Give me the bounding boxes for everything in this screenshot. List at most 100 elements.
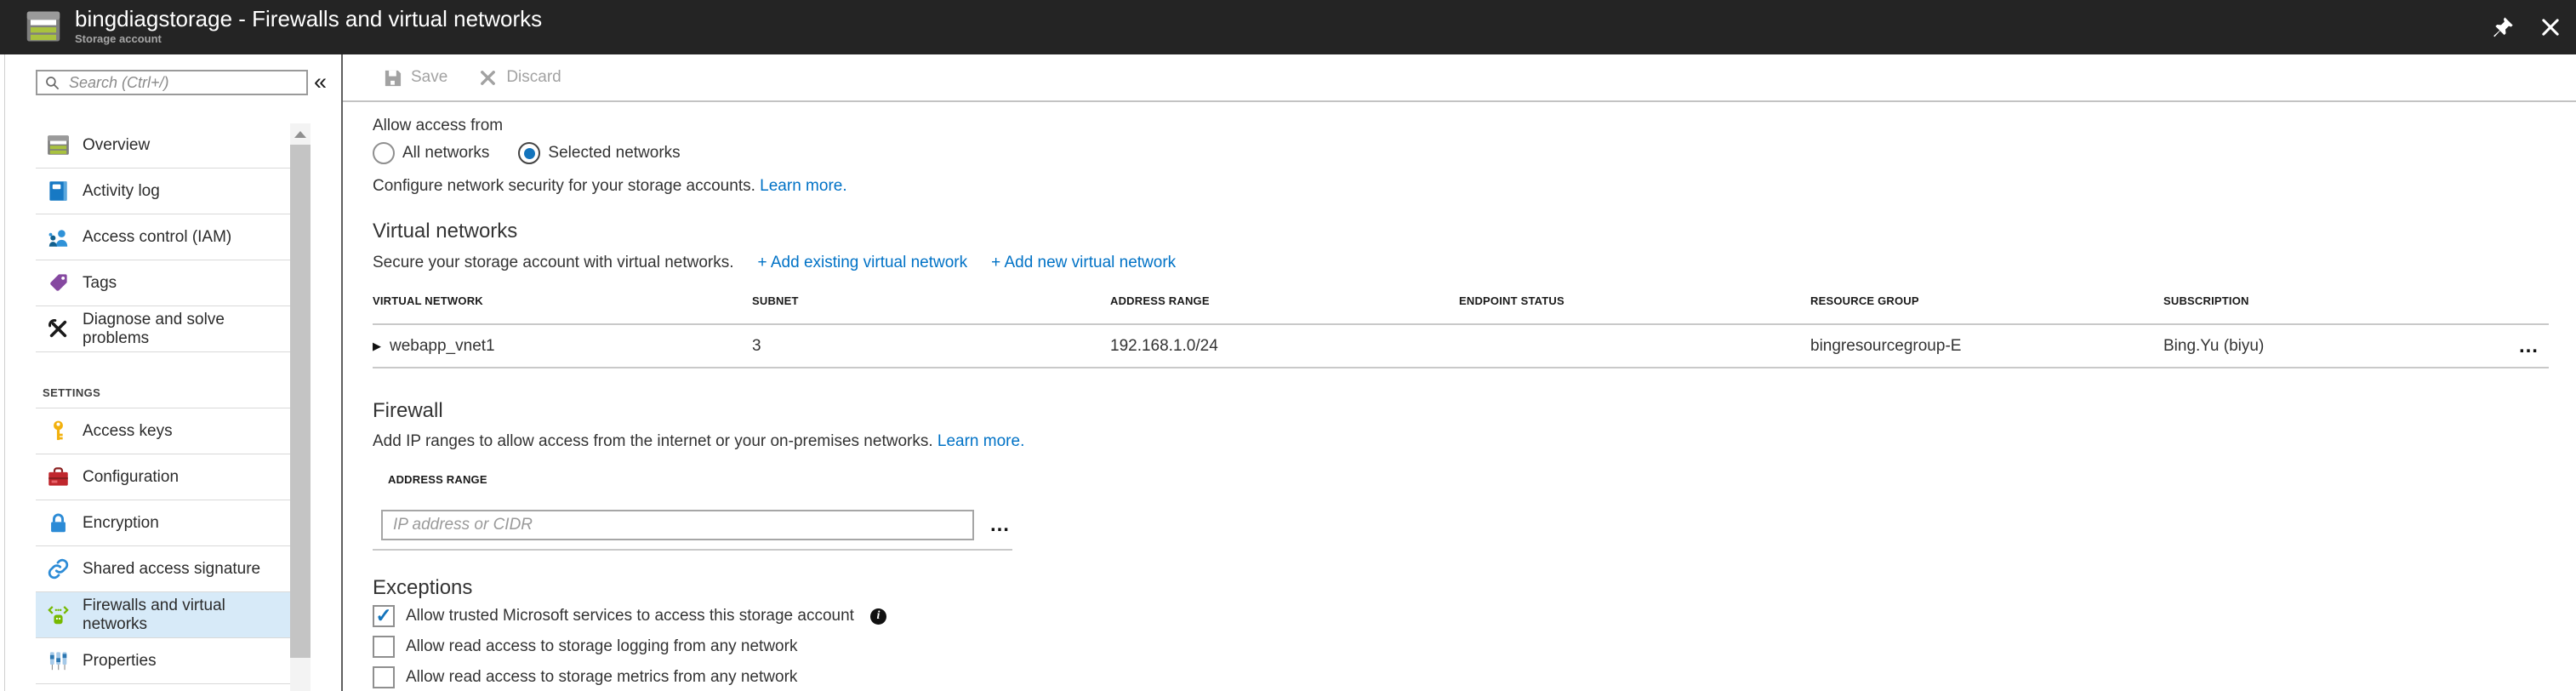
sidebar-item-tags[interactable]: Tags bbox=[36, 260, 290, 306]
add-existing-vnet-link[interactable]: + Add existing virtual network bbox=[758, 254, 968, 272]
diagnose-icon bbox=[47, 317, 70, 340]
allow-access-options: All networks Selected networks bbox=[373, 142, 2576, 164]
sidebar-item-shared-access-signature[interactable]: Shared access signature bbox=[36, 546, 290, 592]
address-range-column-label: ADDRESS RANGE bbox=[373, 473, 2576, 486]
radio-selected-networks-label: Selected networks bbox=[548, 144, 680, 163]
table-row[interactable]: ▶ webapp_vnet1 3 192.168.1.0/24 bingreso… bbox=[373, 325, 2549, 368]
scroll-up-icon[interactable] bbox=[290, 123, 311, 145]
command-bar: Save Discard bbox=[343, 54, 2576, 102]
exception-trusted-services[interactable]: ✓ Allow trusted Microsoft services to ac… bbox=[373, 605, 2576, 627]
learn-more-link-network[interactable]: Learn more. bbox=[760, 177, 846, 195]
sidebar-scrollbar[interactable] bbox=[290, 123, 311, 691]
radio-selected-networks[interactable]: Selected networks bbox=[518, 142, 680, 164]
firewall-heading: Firewall bbox=[373, 399, 2576, 423]
scrollbar-thumb[interactable] bbox=[290, 145, 311, 658]
info-icon[interactable]: i bbox=[870, 608, 886, 625]
save-button[interactable]: Save bbox=[383, 68, 447, 88]
allow-access-label: Allow access from bbox=[373, 116, 2576, 135]
cell-virtual-network: ▶ webapp_vnet1 bbox=[373, 337, 752, 356]
sidebar-item-firewalls-and-virtual-networks[interactable]: Firewalls and virtual networks bbox=[36, 592, 290, 638]
virtual-networks-subheader: Secure your storage account with virtual… bbox=[373, 254, 2576, 272]
sidebar-item-configuration[interactable]: Configuration bbox=[36, 454, 290, 500]
storage-account-icon bbox=[26, 9, 61, 44]
sidebar-item-encryption[interactable]: Encryption bbox=[36, 500, 290, 546]
col-virtual-network: VIRTUAL NETWORK bbox=[373, 294, 752, 307]
sidebar-item-overview[interactable]: Overview bbox=[36, 123, 290, 168]
radio-selected-icon[interactable] bbox=[518, 142, 540, 164]
add-new-vnet-link[interactable]: + Add new virtual network bbox=[991, 254, 1176, 272]
expand-row-icon[interactable]: ▶ bbox=[373, 340, 381, 353]
page-title: bingdiagstorage - Firewalls and virtual … bbox=[75, 6, 542, 32]
sidebar-item-label: Diagnose and solve problems bbox=[83, 311, 290, 348]
sidebar-item-label: Configuration bbox=[83, 468, 179, 487]
sliders-icon bbox=[47, 649, 70, 672]
pin-icon[interactable] bbox=[2491, 15, 2515, 39]
cell-resource-group: bingresourcegroup-E bbox=[1810, 337, 2163, 356]
col-address-range: ADDRESS RANGE bbox=[1110, 294, 1459, 307]
virtual-network-icon bbox=[47, 603, 70, 626]
checkbox-storage-logging[interactable]: ✓ bbox=[373, 636, 395, 658]
storage-overview-icon bbox=[47, 134, 70, 157]
row-context-menu-icon[interactable]: … bbox=[2472, 342, 2549, 351]
radio-all-networks-label: All networks bbox=[402, 144, 489, 163]
discard-icon bbox=[478, 68, 498, 88]
save-icon bbox=[383, 68, 402, 88]
sidebar-item-label: Properties bbox=[83, 652, 157, 671]
cell-address-range: 192.168.1.0/24 bbox=[1110, 337, 1459, 356]
link-icon bbox=[47, 557, 70, 580]
sidebar-item-activity-log[interactable]: Activity log bbox=[36, 168, 290, 214]
sidebar-item-label: Shared access signature bbox=[83, 560, 260, 579]
col-subscription: SUBSCRIPTION bbox=[2163, 294, 2472, 307]
tag-icon bbox=[47, 271, 70, 294]
exception-storage-logging[interactable]: ✓ Allow read access to storage logging f… bbox=[373, 636, 2576, 658]
sidebar-item-label: Tags bbox=[83, 274, 117, 293]
checkbox-storage-metrics[interactable]: ✓ bbox=[373, 666, 395, 688]
table-header-row: VIRTUAL NETWORK SUBNET ADDRESS RANGE END… bbox=[373, 294, 2549, 325]
ip-address-input[interactable] bbox=[381, 510, 974, 540]
radio-unselected-icon[interactable] bbox=[373, 142, 395, 164]
firewall-input-row: … bbox=[373, 510, 2576, 540]
sidebar-item-label: Activity log bbox=[83, 182, 160, 201]
key-icon bbox=[47, 420, 70, 443]
sidebar-section-settings: SETTINGS bbox=[36, 352, 290, 408]
exception-trusted-services-label: Allow trusted Microsoft services to acce… bbox=[406, 607, 854, 625]
col-subnet: SUBNET bbox=[752, 294, 1110, 307]
exceptions-heading: Exceptions bbox=[373, 576, 2576, 600]
exception-storage-metrics-label: Allow read access to storage metrics fro… bbox=[406, 668, 797, 687]
col-menu bbox=[2472, 294, 2549, 307]
exception-storage-metrics[interactable]: ✓ Allow read access to storage metrics f… bbox=[373, 666, 2576, 688]
learn-more-link-firewall[interactable]: Learn more. bbox=[938, 432, 1024, 450]
sidebar-item-access-control[interactable]: Access control (IAM) bbox=[36, 214, 290, 260]
sidebar-item-label: Firewalls and virtual networks bbox=[83, 597, 290, 634]
col-endpoint-status: ENDPOINT STATUS bbox=[1459, 294, 1810, 307]
close-icon[interactable] bbox=[2539, 15, 2562, 39]
firewall-description: Add IP ranges to allow access from the i… bbox=[373, 431, 2576, 451]
radio-all-networks[interactable]: All networks bbox=[373, 142, 489, 164]
collapse-sidebar-button[interactable]: « bbox=[314, 71, 327, 94]
sidebar-item-label: Overview bbox=[83, 136, 150, 155]
vnet-name: webapp_vnet1 bbox=[390, 337, 495, 356]
checkmark-icon: ✓ bbox=[375, 606, 391, 625]
firewalls-blade: Save Discard Allow access from All netwo… bbox=[343, 54, 2576, 691]
search-input[interactable] bbox=[67, 73, 299, 93]
cell-subnet: 3 bbox=[752, 337, 1110, 356]
sidebar-item-diagnose[interactable]: Diagnose and solve problems bbox=[36, 306, 290, 352]
discard-label: Discard bbox=[506, 68, 561, 87]
resource-menu-sidebar: « Overview Activity log bbox=[0, 54, 343, 691]
access-control-icon bbox=[47, 226, 70, 248]
cell-subscription: Bing.Yu (biyu) bbox=[2163, 337, 2472, 356]
discard-button[interactable]: Discard bbox=[478, 68, 561, 88]
sidebar-item-properties[interactable]: Properties bbox=[36, 638, 290, 684]
exception-storage-logging-label: Allow read access to storage logging fro… bbox=[406, 637, 797, 656]
lock-icon bbox=[47, 511, 70, 534]
virtual-networks-description: Secure your storage account with virtual… bbox=[373, 254, 734, 272]
sidebar-item-label: Access keys bbox=[83, 422, 173, 441]
sidebar-item-access-keys[interactable]: Access keys bbox=[36, 408, 290, 454]
allow-access-description: Configure network security for your stor… bbox=[373, 176, 2576, 196]
sidebar-item-label: Access control (IAM) bbox=[83, 228, 231, 247]
sidebar-item-label: Encryption bbox=[83, 514, 159, 533]
checkbox-trusted-services[interactable]: ✓ bbox=[373, 605, 395, 627]
blade-header: bingdiagstorage - Firewalls and virtual … bbox=[0, 0, 2576, 54]
address-range-menu-icon[interactable]: … bbox=[989, 521, 1012, 529]
virtual-networks-heading: Virtual networks bbox=[373, 220, 2576, 243]
